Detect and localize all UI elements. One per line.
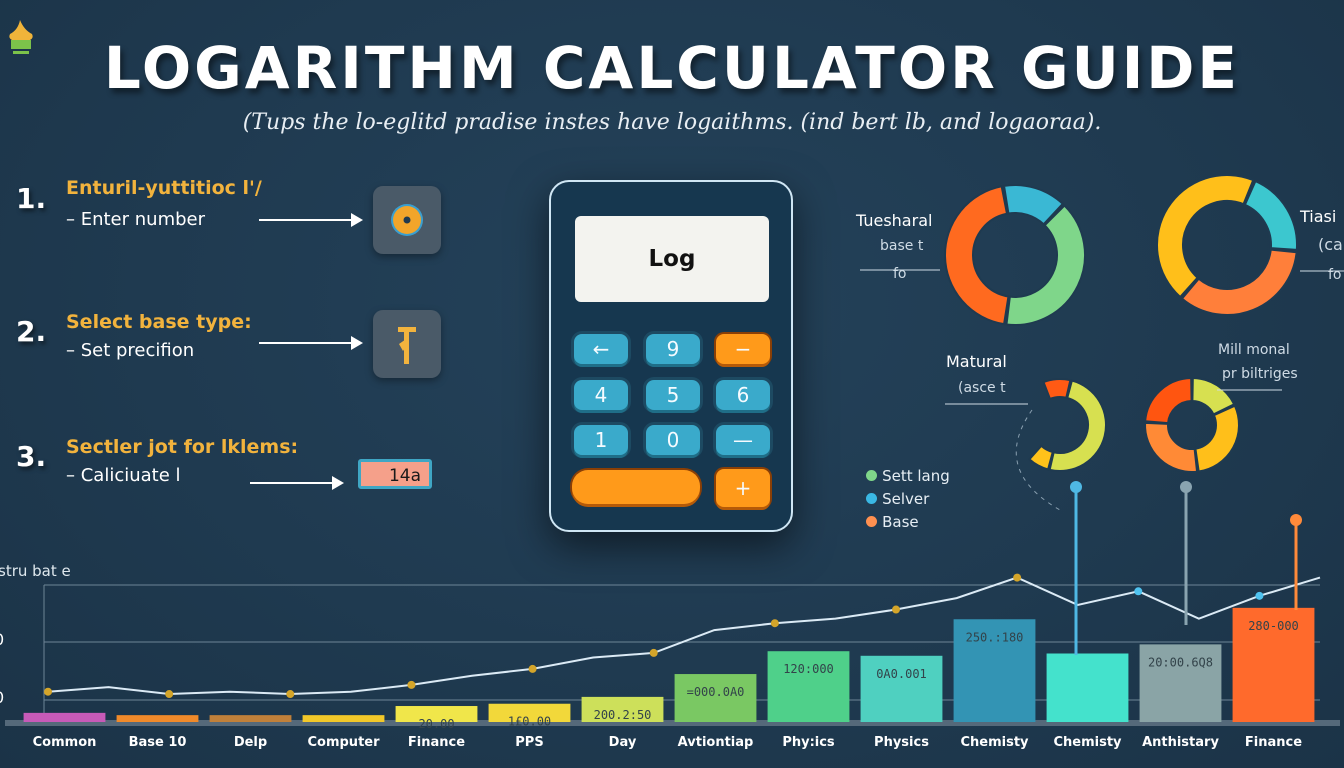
x-tick-label: Anthistary — [1142, 735, 1219, 750]
bar-value-label: 20:00.6Q8 — [1148, 655, 1213, 669]
trend-point — [649, 648, 658, 657]
bar — [1046, 653, 1129, 722]
bar — [23, 712, 106, 722]
trend-point — [1134, 587, 1143, 596]
bar-value-label: 20.00 — [418, 717, 454, 731]
bar — [302, 715, 385, 722]
bar-value-label: 1£0.00 — [508, 715, 551, 729]
bar — [860, 655, 943, 722]
bar — [116, 715, 199, 722]
x-tick-label: Day — [608, 735, 637, 750]
bar — [209, 715, 292, 722]
trend-point — [407, 680, 416, 689]
x-tick-label: Computer — [307, 735, 380, 750]
pointer-dot — [1070, 481, 1082, 493]
x-tick-label: Chemisty — [1053, 735, 1122, 750]
x-tick-label: Chemisty — [960, 735, 1029, 750]
bar-value-label: 200.2:50 — [594, 708, 652, 722]
x-tick-label: Finance — [1244, 735, 1303, 750]
trend-point — [528, 664, 537, 673]
trend-point — [165, 690, 174, 699]
trend-point — [286, 690, 295, 699]
bar-value-label: 0A0.001 — [876, 667, 927, 681]
trend-point — [1255, 591, 1264, 600]
bar-value-label: 120:000 — [783, 662, 834, 676]
pointer-dot — [1290, 514, 1302, 526]
x-tick-label: PPS — [515, 735, 544, 750]
x-tick-label: Avtiontiap — [677, 735, 754, 750]
trend-point — [892, 605, 900, 614]
bar-value-label: 280-000 — [1248, 619, 1299, 633]
x-tick-label: Common — [32, 735, 97, 750]
trend-point — [44, 687, 52, 696]
x-tick-label: Delp — [233, 735, 268, 750]
bar-value-label: =000.0A0 — [687, 685, 745, 699]
pointer-dot — [1180, 481, 1192, 493]
x-tick-label: Physics — [874, 735, 929, 750]
x-tick-label: Finance — [407, 735, 466, 750]
bar-value-label: 250.:180 — [966, 630, 1024, 644]
x-tick-label: Phy:ics — [782, 735, 835, 750]
trend-point — [1013, 573, 1022, 582]
x-tick-label: Base 10 — [128, 735, 187, 750]
bar-chart: 20.00 1£0.00 200.2:50 =000.0A0 120:000 0A0.00… — [5, 481, 1340, 731]
trend-point — [770, 619, 779, 628]
